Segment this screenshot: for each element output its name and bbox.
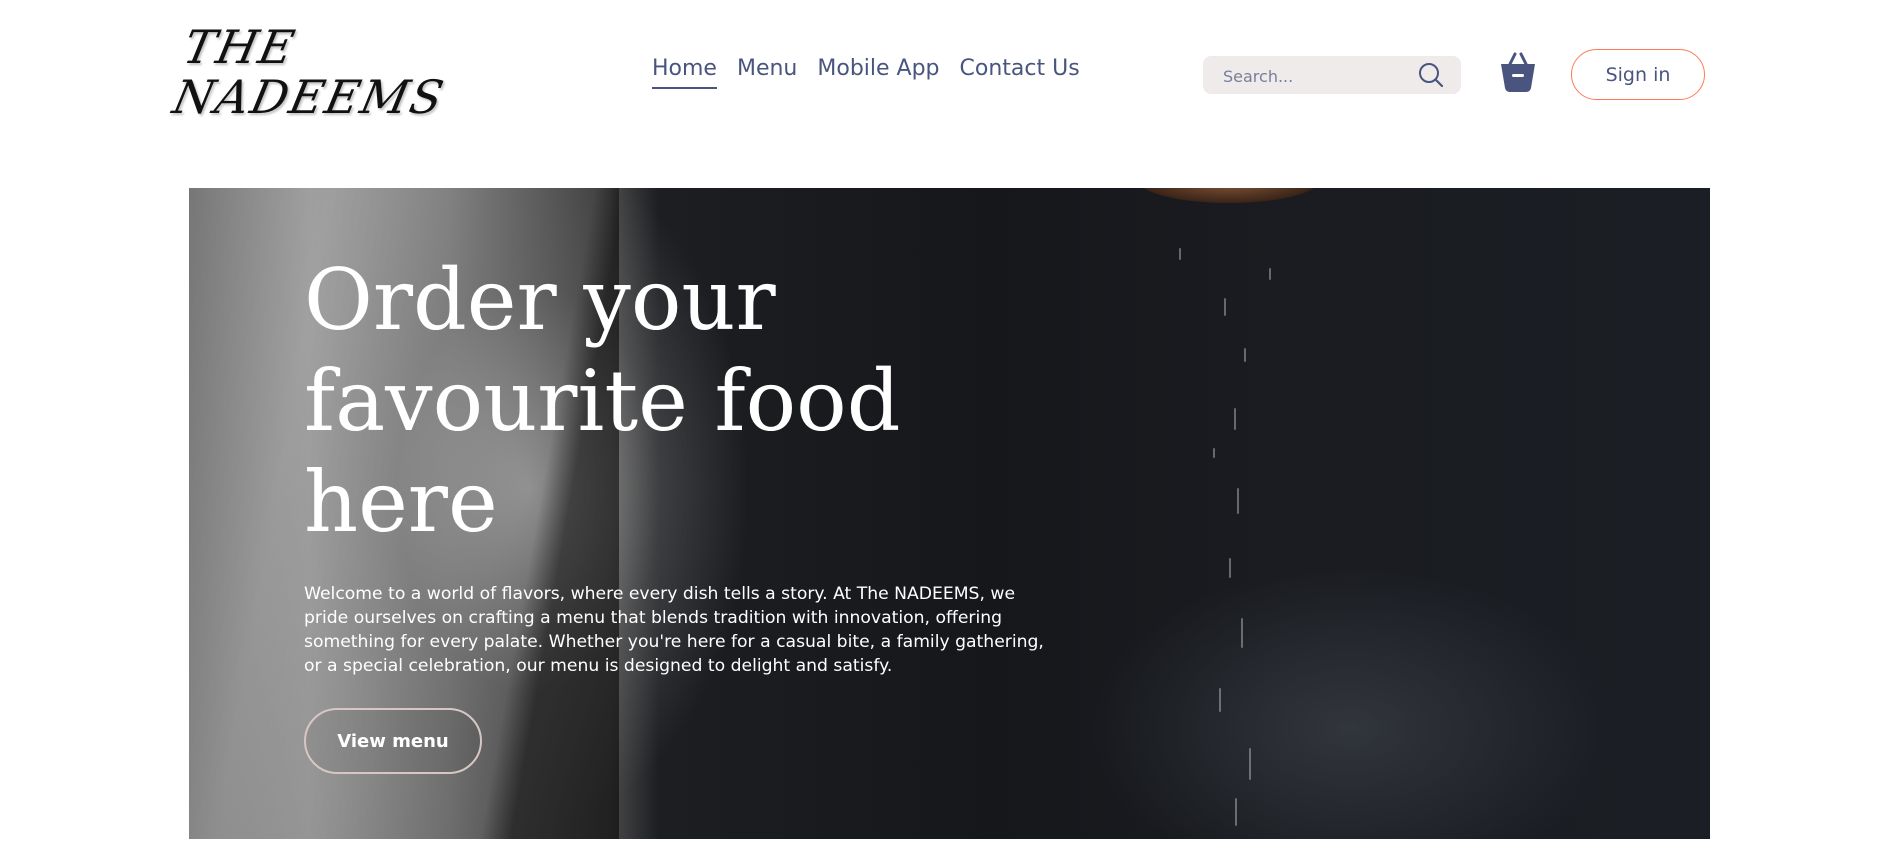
search-box [1203, 56, 1461, 96]
nav-item-home[interactable]: Home [652, 56, 717, 89]
nav-item-contact-us[interactable]: Contact Us [960, 56, 1080, 89]
nav-item-menu[interactable]: Menu [737, 56, 797, 89]
brand-logo[interactable]: THE NADEEMS [168, 20, 490, 124]
logo-line-1: THE [178, 20, 301, 74]
search-icon[interactable] [1417, 61, 1445, 89]
site-header: THE NADEEMS Home Menu Mobile App Contact… [0, 0, 1899, 150]
main-nav: Home Menu Mobile App Contact Us [652, 56, 1080, 89]
hero-description: Welcome to a world of flavors, where eve… [304, 584, 1044, 676]
sign-in-button[interactable]: Sign in [1571, 49, 1705, 100]
hero-background-smoke [1049, 488, 1649, 839]
view-menu-button[interactable]: View menu [304, 708, 482, 774]
hero-banner: Order your favourite food here Welcome t… [189, 188, 1710, 839]
search-input[interactable] [1221, 56, 1415, 96]
hero-background-spice [1149, 188, 1289, 839]
hero-title: Order your favourite food here [304, 251, 901, 551]
logo-line-2: NADEEMS [168, 70, 450, 124]
basket-icon[interactable] [1498, 50, 1538, 94]
nav-item-mobile-app[interactable]: Mobile App [817, 56, 939, 89]
